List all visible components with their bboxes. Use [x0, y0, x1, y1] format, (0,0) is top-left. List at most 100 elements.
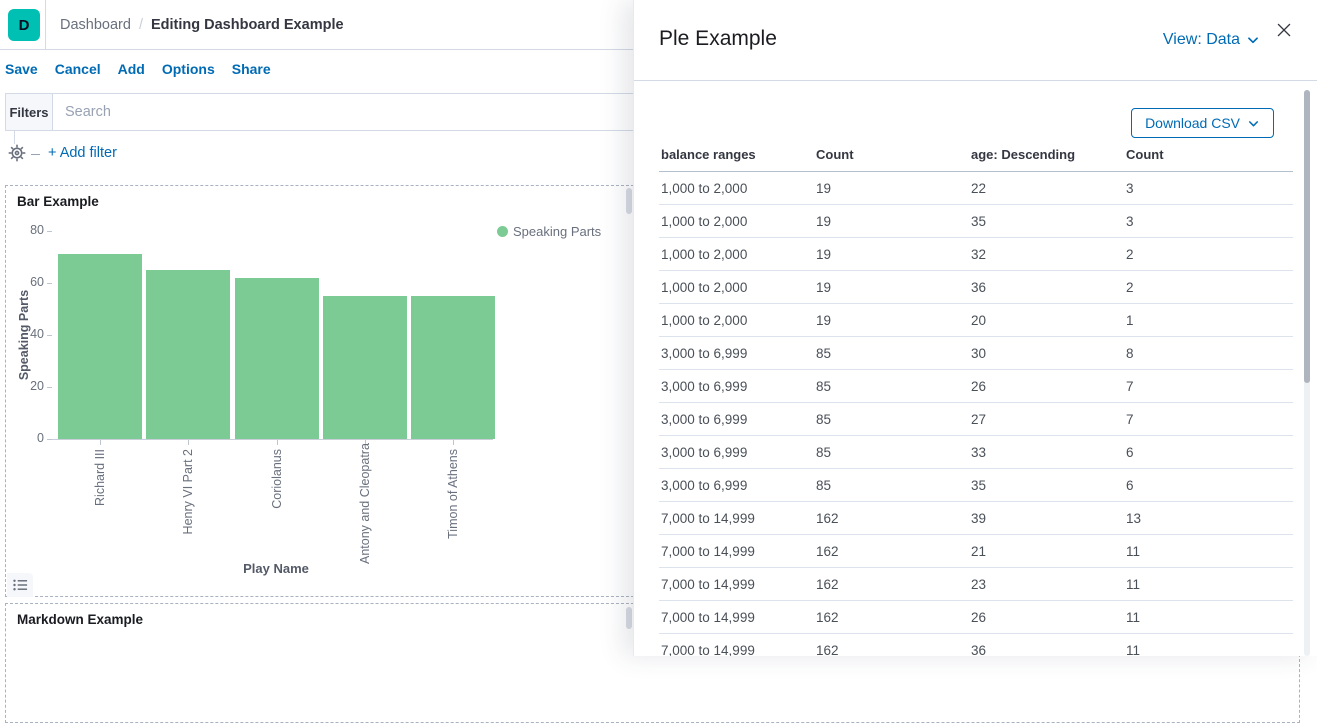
view-selector[interactable]: View: Data: [1163, 31, 1260, 49]
table-row: 7,000 to 14,9991622611: [659, 601, 1293, 634]
table-cell: 27: [969, 403, 1124, 436]
table-cell: 20: [969, 304, 1124, 337]
table-cell: 162: [814, 601, 969, 634]
bar-timon-of-athens[interactable]: [411, 296, 495, 439]
table-row: 7,000 to 14,9991623913: [659, 502, 1293, 535]
table-cell: 6: [1124, 469, 1293, 502]
breadcrumb-dashboard[interactable]: Dashboard: [60, 17, 131, 33]
x-tick-mark: [277, 440, 278, 445]
table-cell: 7,000 to 14,999: [659, 535, 814, 568]
table-cell: 23: [969, 568, 1124, 601]
y-tick-mark: [47, 283, 52, 284]
toolbar-cancel-button[interactable]: Cancel: [55, 61, 101, 77]
table-cell: 35: [969, 469, 1124, 502]
table-cell: 85: [814, 469, 969, 502]
table-row: 1,000 to 2,00019353: [659, 205, 1293, 238]
app-logo[interactable]: D: [8, 9, 40, 41]
column-header: age: Descending: [969, 147, 1124, 172]
table-cell: 85: [814, 436, 969, 469]
y-tick-label: 0: [6, 431, 44, 445]
table-row: 1,000 to 2,00019322: [659, 238, 1293, 271]
column-header: balance ranges: [659, 147, 814, 172]
query-bar: Filters: [5, 93, 633, 131]
table-cell: 8: [1124, 337, 1293, 370]
table-cell: 11: [1124, 535, 1293, 568]
table-cell: 11: [1124, 634, 1293, 657]
table-row: 1,000 to 2,00019223: [659, 172, 1293, 205]
table-row: 1,000 to 2,00019201: [659, 304, 1293, 337]
table-cell: 7,000 to 14,999: [659, 568, 814, 601]
table-cell: 22: [969, 172, 1124, 205]
table-row: 3,000 to 6,99985308: [659, 337, 1293, 370]
table-cell: 85: [814, 370, 969, 403]
table-cell: 36: [969, 634, 1124, 657]
toolbar-options-button[interactable]: Options: [162, 61, 215, 77]
table-cell: 35: [969, 205, 1124, 238]
table-cell: 3,000 to 6,999: [659, 436, 814, 469]
filter-dash: [31, 154, 40, 155]
flyout-body: Download CSV balance ranges Countage: Des…: [634, 81, 1317, 656]
table-cell: 7,000 to 14,999: [659, 502, 814, 535]
toolbar-save-button[interactable]: Save: [5, 61, 38, 77]
add-filter-button[interactable]: + Add filter: [48, 145, 117, 161]
legend-item[interactable]: Speaking Parts: [497, 224, 601, 239]
add-filter-row: + Add filter: [0, 138, 630, 172]
x-axis-label: Henry VI Part 2: [181, 449, 195, 564]
chevron-down-icon: [1247, 117, 1260, 130]
table-row: 7,000 to 14,9991623611: [659, 634, 1293, 657]
table-cell: 1,000 to 2,000: [659, 205, 814, 238]
column-header: Count: [1124, 147, 1293, 172]
table-cell: 19: [814, 205, 969, 238]
panel-markdown-title[interactable]: Markdown Example: [17, 612, 143, 627]
table-cell: 3,000 to 6,999: [659, 469, 814, 502]
table-cell: 19: [814, 172, 969, 205]
chevron-down-icon: [1246, 33, 1260, 47]
close-icon[interactable]: [1275, 21, 1293, 39]
table-cell: 3,000 to 6,999: [659, 337, 814, 370]
view-selector-label: View: Data: [1163, 31, 1240, 49]
table-cell: 3: [1124, 205, 1293, 238]
x-axis-label: Timon of Athens: [446, 449, 460, 564]
table-row: 7,000 to 14,9991622311: [659, 568, 1293, 601]
table-cell: 13: [1124, 502, 1293, 535]
y-tick-label: 20: [6, 379, 44, 393]
table-cell: 2: [1124, 271, 1293, 304]
bar-henry-vi-part-2[interactable]: [146, 270, 230, 439]
table-cell: 11: [1124, 568, 1293, 601]
table-cell: 3,000 to 6,999: [659, 370, 814, 403]
y-tick-mark: [47, 387, 52, 388]
table-cell: 1,000 to 2,000: [659, 271, 814, 304]
table-cell: 26: [969, 370, 1124, 403]
bar-richard-iii[interactable]: [58, 254, 142, 439]
download-csv-button[interactable]: Download CSV: [1131, 108, 1274, 138]
logo-cell: D: [0, 0, 46, 49]
table-cell: 85: [814, 337, 969, 370]
table-cell: 162: [814, 535, 969, 568]
table-cell: 7: [1124, 370, 1293, 403]
table-cell: 36: [969, 271, 1124, 304]
table-row: 3,000 to 6,99985267: [659, 370, 1293, 403]
breadcrumb-current: Editing Dashboard Example: [151, 17, 344, 33]
toolbar-share-button[interactable]: Share: [232, 61, 271, 77]
table-cell: 26: [969, 601, 1124, 634]
search-input[interactable]: [53, 94, 633, 130]
table-cell: 3: [1124, 172, 1293, 205]
x-tick-mark: [188, 440, 189, 445]
download-csv-label: Download CSV: [1145, 115, 1240, 131]
table-cell: 19: [814, 271, 969, 304]
table-cell: 19: [814, 304, 969, 337]
toolbar-add-button[interactable]: Add: [118, 61, 145, 77]
x-axis-label: Richard III: [93, 449, 107, 564]
y-tick-label: 80: [6, 223, 44, 237]
table-cell: 32: [969, 238, 1124, 271]
table-cell: 33: [969, 436, 1124, 469]
y-tick-label: 40: [6, 327, 44, 341]
gear-icon[interactable]: [8, 144, 26, 162]
panel-menu-nub: [626, 607, 632, 629]
filters-tab[interactable]: Filters: [5, 94, 53, 130]
bar-coriolanus[interactable]: [235, 278, 319, 439]
bar-antony-and-cleopatra[interactable]: [323, 296, 407, 439]
legend-toggle-button[interactable]: [7, 573, 33, 597]
table-cell: 1,000 to 2,000: [659, 304, 814, 337]
scrollbar-thumb[interactable]: [1304, 90, 1310, 383]
